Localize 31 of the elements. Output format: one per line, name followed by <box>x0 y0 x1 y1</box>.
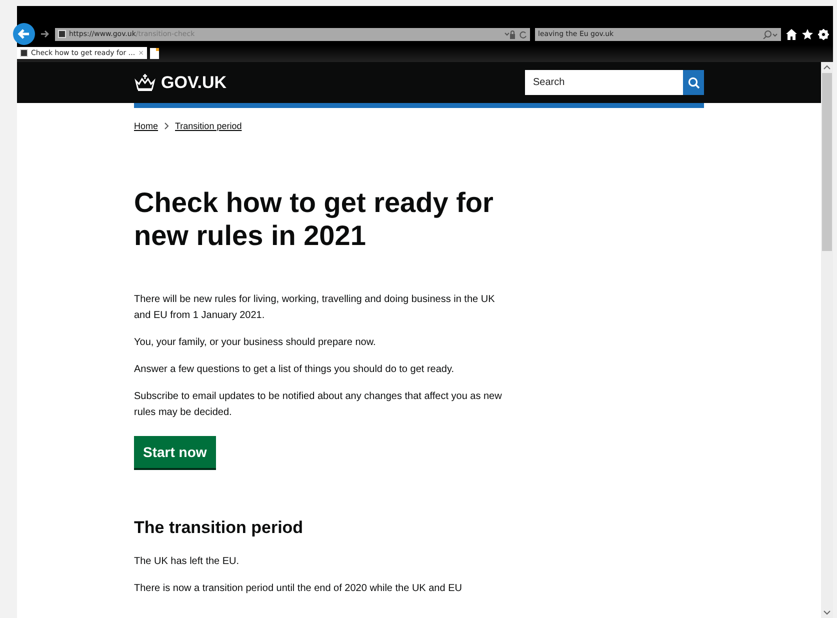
favicon-icon <box>20 49 28 57</box>
chevron-icon <box>164 122 170 130</box>
body-text: Answer a few questions to get a list of things you should do to get ready. <box>134 363 456 377</box>
star-icon[interactable] <box>802 28 813 40</box>
body-text: There will be new rules for living, working, travelling and doing business in the UK and EU from 1 January 2021. <box>134 293 496 323</box>
body-text: The UK has left the EU. <box>134 555 240 569</box>
search-field[interactable]: Search <box>525 70 683 95</box>
scrollbar[interactable] <box>821 62 833 618</box>
lock-icon <box>504 30 516 38</box>
section-heading: The transition period <box>134 518 304 538</box>
favicon-icon <box>58 30 66 38</box>
site-logo[interactable]: GOV.UK <box>134 72 227 92</box>
body-text: There is now a transition period until the end of 2020 while the UK and EU <box>134 582 463 596</box>
scroll-up-icon[interactable] <box>823 65 831 70</box>
page-title: Check how to get ready for new rules in 2021 <box>134 186 494 252</box>
crown-icon <box>134 74 156 91</box>
start-button[interactable]: Start now <box>134 436 216 468</box>
back-icon[interactable] <box>13 23 35 45</box>
home-icon[interactable] <box>786 28 797 40</box>
body-text: You, your family, or your business should prepare now. <box>134 336 377 350</box>
search-icon <box>688 76 700 88</box>
search-icon[interactable] <box>762 30 778 38</box>
new-tab-icon[interactable] <box>150 48 159 58</box>
refresh-icon[interactable] <box>519 30 527 38</box>
search-button[interactable] <box>683 70 704 95</box>
settings-icon[interactable] <box>818 28 829 40</box>
scroll-down-icon[interactable] <box>823 610 831 615</box>
forward-icon[interactable] <box>40 29 50 39</box>
body-text: Subscribe to email updates to be notified about any changes that affect you as new rules may be decided. <box>134 390 503 420</box>
breadcrumb-link[interactable]: Home <box>134 121 158 131</box>
breadcrumb-link[interactable]: Transition period <box>175 121 242 131</box>
